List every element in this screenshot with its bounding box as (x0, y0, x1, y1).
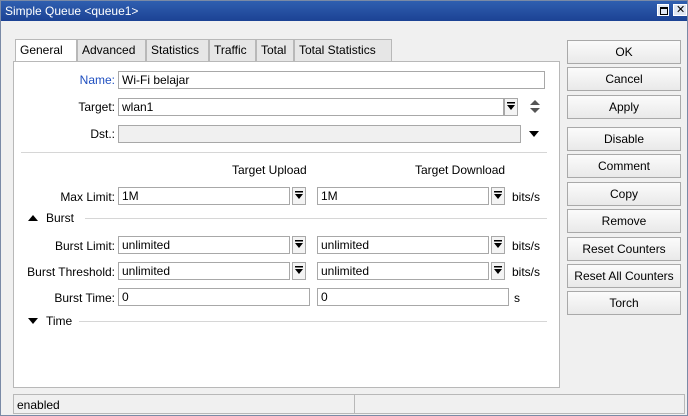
collapse-up-icon[interactable] (27, 213, 39, 223)
apply-button[interactable]: Apply (567, 95, 681, 119)
burst-limit-upload-field[interactable]: unlimited (118, 236, 290, 254)
reset-all-counters-button[interactable]: Reset All Counters (567, 264, 681, 288)
chevron-down-icon (494, 191, 502, 199)
status-bar: enabled (13, 394, 685, 414)
cancel-button[interactable]: Cancel (567, 67, 681, 91)
chevron-down-icon (494, 240, 502, 248)
burst-time-upload-field[interactable]: 0 (118, 288, 310, 306)
target-field[interactable]: wlan1 (118, 98, 504, 116)
burst-threshold-upload-field[interactable]: unlimited (118, 262, 290, 280)
time-divider (79, 321, 547, 322)
target-dropdown-button[interactable] (504, 98, 518, 116)
ok-button[interactable]: OK (567, 40, 681, 64)
spin-up-down-icon[interactable] (528, 97, 542, 117)
disable-button[interactable]: Disable (567, 127, 681, 151)
burst-limit-upload-dropdown[interactable] (292, 236, 306, 254)
burst-time-download-field[interactable]: 0 (317, 288, 509, 306)
burst-divider (85, 218, 547, 219)
chevron-down-icon (295, 240, 303, 248)
torch-button[interactable]: Torch (567, 291, 681, 315)
chevron-down-icon (295, 266, 303, 274)
burst-threshold-unit: bits/s (512, 265, 541, 279)
tab-traffic[interactable]: Traffic (209, 39, 256, 61)
target-label: Target: (78, 100, 115, 114)
window-title: Simple Queue <queue1> (5, 4, 139, 18)
chevron-down-icon (295, 191, 303, 199)
dst-label: Dst.: (90, 127, 115, 141)
tab-total[interactable]: Total (256, 39, 294, 61)
max-limit-download-field[interactable]: 1M (317, 187, 489, 205)
burst-limit-download-dropdown[interactable] (491, 236, 505, 254)
name-field[interactable]: Wi-Fi belajar (118, 71, 545, 89)
copy-button[interactable]: Copy (567, 182, 681, 206)
tab-statistics[interactable]: Statistics (146, 39, 209, 61)
close-icon[interactable] (673, 3, 687, 16)
target-download-header: Target Download (415, 163, 506, 177)
max-limit-upload-field[interactable]: 1M (118, 187, 290, 205)
remove-button[interactable]: Remove (567, 209, 681, 233)
status-divider (354, 395, 355, 413)
title-bar[interactable]: Simple Queue <queue1> (1, 1, 687, 21)
burst-threshold-upload-dropdown[interactable] (292, 262, 306, 280)
burst-limit-unit: bits/s (512, 239, 541, 253)
burst-threshold-label: Burst Threshold: (27, 265, 115, 279)
simple-queue-window: Simple Queue <queue1> General Advanced S… (0, 0, 688, 416)
comment-button[interactable]: Comment (567, 154, 681, 178)
status-text: enabled (17, 398, 60, 412)
burst-time-unit: s (514, 291, 520, 305)
burst-limit-download-field[interactable]: unlimited (317, 236, 489, 254)
expand-down-icon[interactable] (27, 316, 39, 326)
max-limit-upload-dropdown[interactable] (292, 187, 306, 205)
time-section-label[interactable]: Time (46, 314, 72, 328)
target-upload-header: Target Upload (232, 163, 307, 177)
burst-threshold-download-dropdown[interactable] (491, 262, 505, 280)
divider (21, 152, 547, 153)
burst-threshold-download-field[interactable]: unlimited (317, 262, 489, 280)
reset-counters-button[interactable]: Reset Counters (567, 237, 681, 261)
tab-advanced[interactable]: Advanced (77, 39, 146, 61)
burst-time-label: Burst Time: (54, 291, 115, 305)
burst-section-label[interactable]: Burst (46, 211, 74, 225)
tab-general[interactable]: General (15, 39, 77, 62)
chevron-down-icon (507, 102, 515, 110)
name-label: Name: (79, 73, 115, 87)
maximize-icon[interactable] (657, 4, 669, 16)
max-limit-label: Max Limit: (60, 190, 115, 204)
tab-total-statistics[interactable]: Total Statistics (294, 39, 392, 61)
dst-field[interactable] (118, 125, 521, 143)
burst-limit-label: Burst Limit: (54, 239, 115, 253)
max-limit-unit: bits/s (512, 190, 541, 204)
max-limit-download-dropdown[interactable] (491, 187, 505, 205)
dst-dropdown-icon[interactable] (528, 129, 540, 139)
chevron-down-icon (494, 266, 502, 274)
